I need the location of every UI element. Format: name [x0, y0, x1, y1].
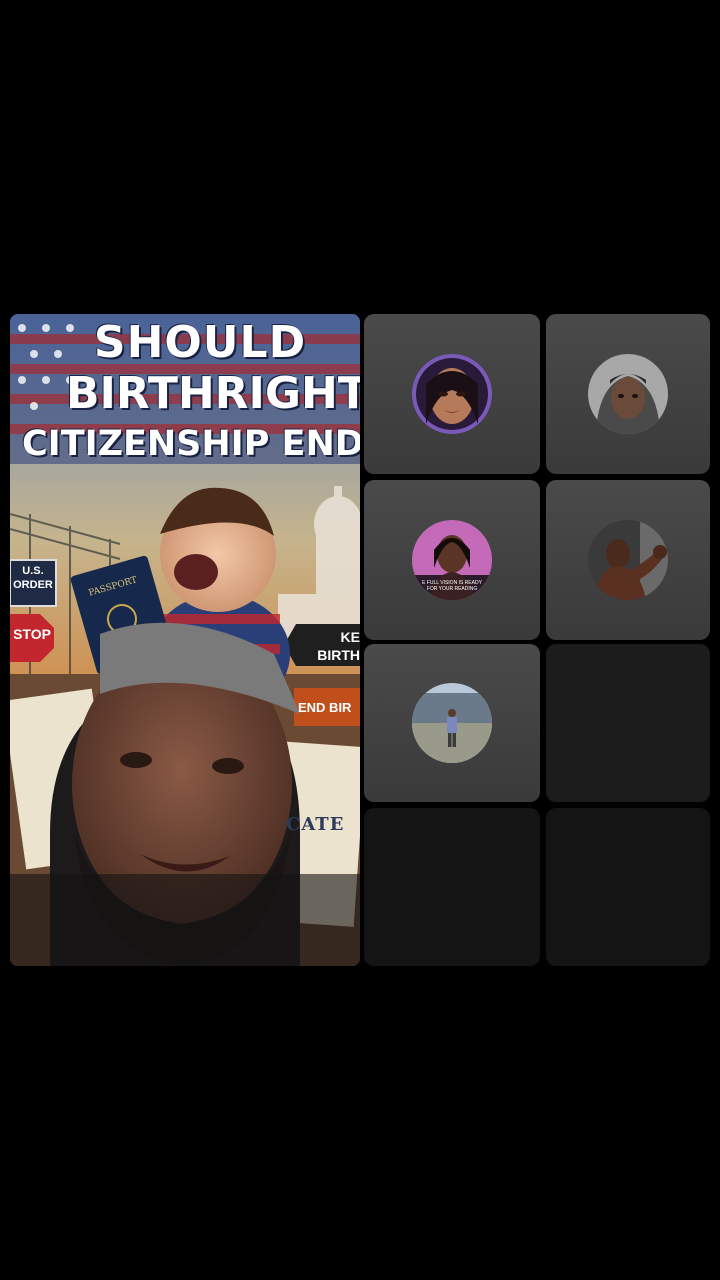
- avatar-caption-line-2: FOR YOUR READING: [426, 586, 478, 592]
- thumbnail-title-line-2: BIRTHRIGHT: [66, 368, 360, 419]
- border-sign-line-1: U.S.: [22, 565, 44, 577]
- guest-tile-3[interactable]: E FULL VISION IS READY FOR YOUR READING: [364, 480, 540, 640]
- guest-tile-5[interactable]: [364, 644, 540, 802]
- host-video-tile[interactable]: SHOULD BIRTHRIGHT CITIZENSHIP END PASSPO…: [10, 314, 360, 966]
- man-hooded-portrait-avatar: [588, 354, 668, 434]
- thumbnail-title-line-1: SHOULD: [93, 317, 307, 368]
- keep-sign-line-2: BIRTH: [317, 647, 360, 663]
- end-birthright-sign: END BIR: [298, 700, 352, 715]
- border-sign: U.S. ORDER: [10, 564, 56, 592]
- guest-tile-4[interactable]: [546, 480, 710, 640]
- guest-tile-2[interactable]: [546, 314, 710, 474]
- man-standing-avatar: [412, 683, 492, 763]
- thumbnail-title: SHOULD BIRTHRIGHT CITIZENSHIP END: [10, 318, 360, 468]
- empty-guest-slot-3[interactable]: [546, 808, 710, 966]
- thumbnail-title-line-3: CITIZENSHIP END: [22, 424, 360, 464]
- stop-sign-text: STOP: [13, 626, 51, 642]
- keep-sign-line-1: KE: [340, 629, 360, 645]
- avatar-caption: E FULL VISION IS READY FOR YOUR READING: [412, 580, 492, 592]
- empty-guest-slot-2[interactable]: [364, 808, 540, 966]
- border-sign-line-2: ORDER: [13, 579, 53, 591]
- guest-tile-1[interactable]: [364, 314, 540, 474]
- empty-guest-slot-1[interactable]: [546, 644, 710, 802]
- live-multi-guest-screen: SHOULD BIRTHRIGHT CITIZENSHIP END PASSPO…: [0, 0, 720, 1280]
- woman-portrait-avatar: [412, 354, 492, 434]
- woman-promo-avatar: E FULL VISION IS READY FOR YOUR READING: [412, 520, 492, 600]
- certificate-text: CATE: [286, 814, 345, 835]
- man-flexing-avatar: [588, 520, 668, 600]
- keep-birthright-sign: KE BIRTH: [304, 628, 360, 664]
